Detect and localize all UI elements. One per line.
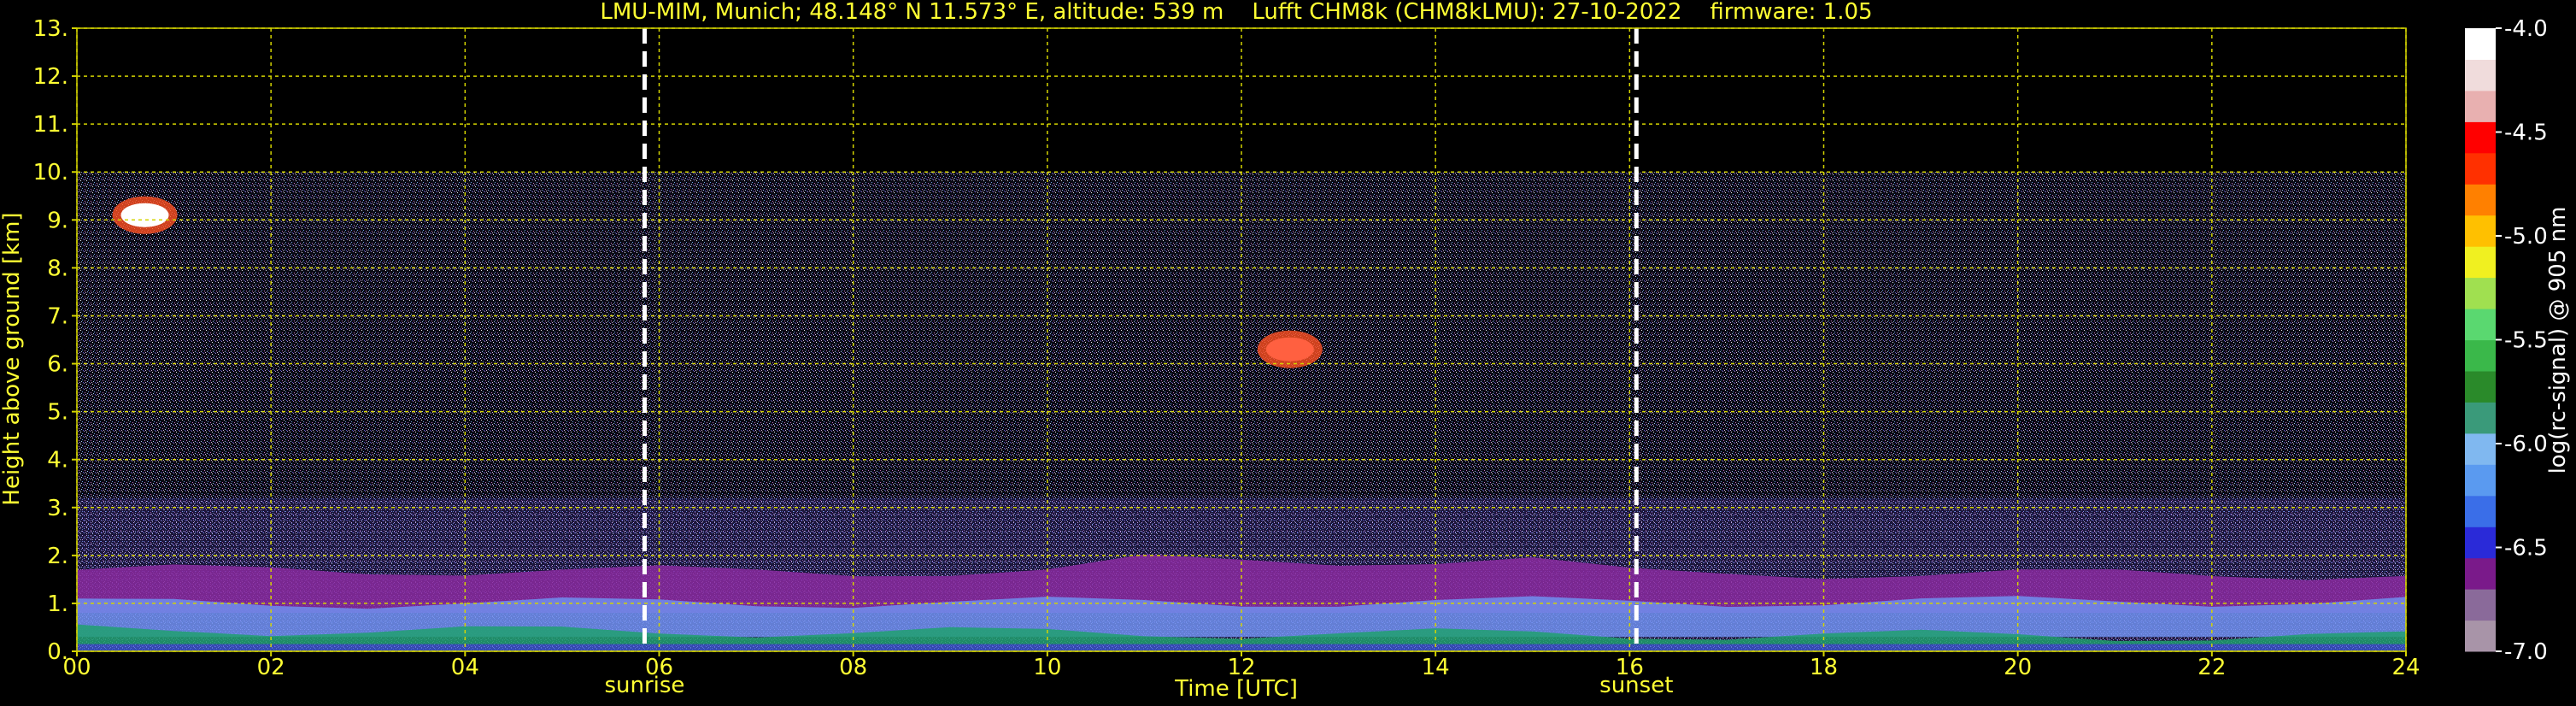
y-tick-label: 7. [47,303,68,329]
colorbar-tick-label: -5.5 [2504,328,2548,354]
y-tick-label: 0. [47,639,68,665]
y-tick-label: 1. [47,591,68,617]
colorbar: -4.0 -4.5 -5.0 -5.5 -6.0 -6.5 -7.0 [2465,16,2548,665]
colorbar-swatch [2465,121,2496,154]
ceilometer-chart: sunrise sunset 00 02 04 06 08 10 12 14 16 18 20 22 24… [0,0,2571,702]
colorbar-swatch [2465,277,2496,309]
colorbar-swatch [2465,402,2496,434]
y-tick-label: 10. [33,160,68,185]
y-tick-label: 4. [47,448,68,474]
colorbar-swatch [2465,527,2496,559]
colorbar-swatch [2465,557,2496,590]
colorbar-swatch [2465,339,2496,372]
x-tick-label: 10 [1033,655,1061,680]
colorbar-label: log(rc-signal) @ 905 nm [2545,207,2571,474]
y-tick-label: 3. [47,496,68,521]
colorbar-swatch [2465,432,2496,465]
colorbar-tick-label: -6.0 [2504,432,2548,457]
colorbar-swatch [2465,90,2496,122]
colorbar-swatch [2465,370,2496,403]
x-axis-label: Time [UTC] [1174,676,1298,702]
x-tick-label: 14 [1422,655,1450,680]
y-axis-label: Height above ground [km] [0,212,25,505]
colorbar-swatch [2465,464,2496,497]
colorbar-tick-label: -4.5 [2504,121,2548,146]
colorbar-swatch [2465,59,2496,91]
x-tick-label: 22 [2198,655,2226,680]
y-tick-label: 5. [47,400,68,426]
cloud-core [1265,337,1314,362]
colorbar-swatch [2465,495,2496,527]
colorbar-tick-label: -5.0 [2504,224,2548,250]
colorbar-tick-label: -7.0 [2504,639,2548,665]
y-tick-label: 11. [33,112,68,138]
y-tick-label: 12. [33,64,68,90]
colorbar-tick-label: -6.5 [2504,536,2548,562]
colorbar-swatch [2465,152,2496,185]
colorbar-swatch [2465,589,2496,621]
colorbar-swatch [2465,246,2496,279]
colorbar-swatch [2465,620,2496,652]
y-tick-label: 8. [47,256,68,281]
colorbar-swatch [2465,309,2496,341]
x-tick-label: 04 [451,655,479,680]
y-tick-label: 2. [47,544,68,569]
y-tick-label: 6. [47,352,68,378]
cloud-core [120,203,169,227]
y-tick-label: 13. [33,16,68,42]
chart-title: LMU-MIM, Munich; 48.148° N 11.573° E, al… [600,0,1872,25]
x-tick-label: 24 [2391,655,2420,680]
colorbar-tick-label: -4.0 [2504,16,2548,42]
y-tick-label: 9. [47,208,68,233]
colorbar-swatch [2465,215,2496,247]
x-tick-label: 08 [839,655,867,680]
colorbar-swatch [2465,184,2496,216]
x-tick-label: 20 [2004,655,2032,680]
x-tick-label: 06 [645,655,673,680]
colorbar-swatch [2465,28,2496,60]
x-tick-label: 02 [257,655,285,680]
x-tick-label: 16 [1616,655,1644,680]
x-tick-label: 18 [1810,655,1838,680]
